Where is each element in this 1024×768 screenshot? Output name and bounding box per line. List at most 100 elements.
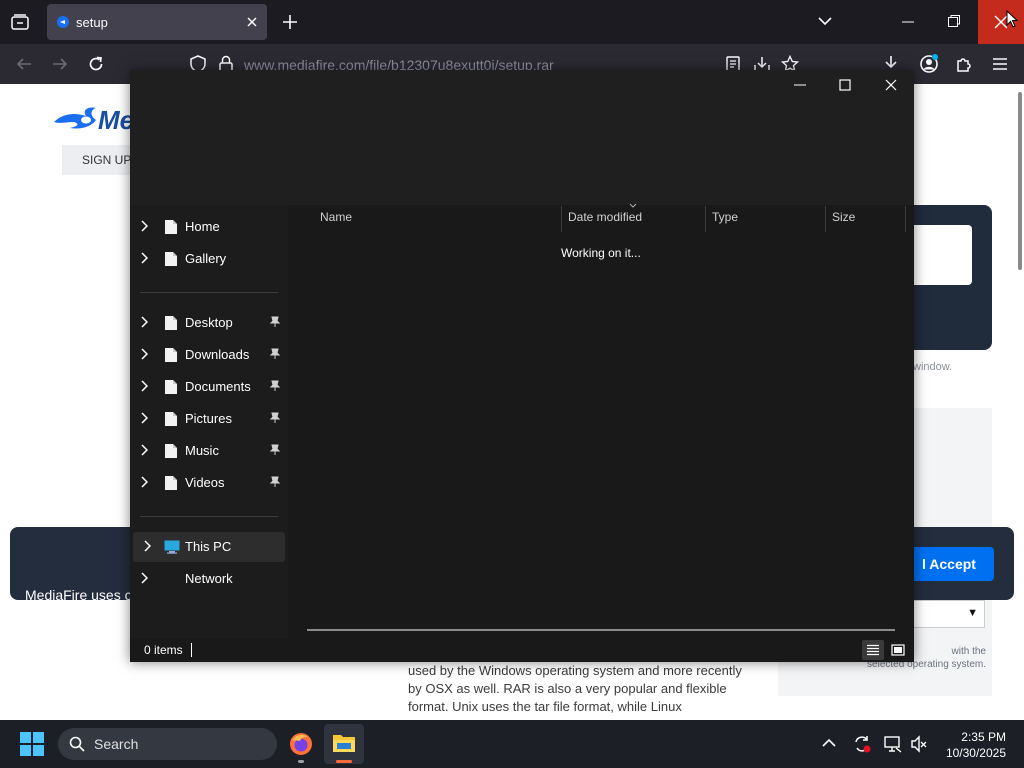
- dropdown-arrow-icon: ▼: [967, 607, 978, 619]
- search-icon: [69, 736, 85, 752]
- nav-item-label: Pictures: [185, 411, 232, 426]
- details-view-icon: [867, 644, 879, 656]
- windows-start-icon[interactable]: [20, 732, 44, 756]
- nav-divider: [140, 292, 278, 293]
- minimize-icon[interactable]: [902, 21, 914, 23]
- firefox-taskbar-icon[interactable]: [289, 732, 313, 756]
- pin-icon[interactable]: [270, 380, 280, 392]
- new-tab-icon[interactable]: [282, 14, 298, 30]
- folder-icon: [333, 735, 355, 752]
- list-all-tabs-chevron-icon[interactable]: [818, 16, 832, 26]
- chevron-right-icon[interactable]: [140, 380, 148, 392]
- file-icon: [164, 475, 178, 491]
- items-count: 0 items: [144, 643, 183, 657]
- column-header-date-modified[interactable]: Date modified: [568, 210, 642, 224]
- column-header-name[interactable]: Name: [320, 210, 352, 224]
- file-icon: [164, 379, 178, 395]
- pin-icon[interactable]: [270, 476, 280, 488]
- nav-item-label: Gallery: [185, 251, 227, 266]
- extensions-icon[interactable]: [955, 55, 973, 73]
- browser-close-button[interactable]: [978, 0, 1024, 44]
- pin-icon[interactable]: [270, 444, 280, 456]
- chevron-right-icon[interactable]: [140, 412, 148, 424]
- file-icon: [164, 251, 178, 267]
- tab-list-icon[interactable]: [11, 14, 29, 30]
- chevron-right-icon[interactable]: [140, 444, 148, 456]
- nav-item-network[interactable]: Network: [130, 564, 288, 594]
- nav-item-home[interactable]: Home: [130, 212, 288, 242]
- file-explorer-taskbar-button[interactable]: [324, 724, 364, 764]
- taskbar-search-box[interactable]: Search: [58, 728, 277, 760]
- accept-label: l Accept: [922, 556, 976, 572]
- status-bar: [130, 639, 914, 662]
- file-icon: [164, 411, 178, 427]
- active-app-indicator: [336, 760, 352, 763]
- pin-icon[interactable]: [270, 412, 280, 424]
- status-divider: [191, 643, 192, 657]
- pin-icon[interactable]: [270, 316, 280, 328]
- horizontal-scrollbar[interactable]: [307, 629, 895, 631]
- download-button[interactable]: [912, 225, 972, 285]
- reload-icon[interactable]: [88, 56, 104, 72]
- file-icon: [164, 347, 178, 363]
- article-text: used by the Windows operating system and…: [408, 663, 742, 714]
- nav-item-videos[interactable]: Videos: [130, 468, 288, 498]
- chevron-right-icon[interactable]: [140, 572, 148, 584]
- page-scrollbar[interactable]: [1018, 92, 1022, 270]
- nav-item-documents[interactable]: Documents: [130, 372, 288, 402]
- column-header-size[interactable]: Size: [832, 210, 855, 224]
- tab-close-icon[interactable]: [246, 16, 258, 28]
- file-icon: [164, 315, 178, 331]
- file-explorer-window: Home Gallery Desktop Downloads Documents: [130, 70, 914, 662]
- chevron-right-icon[interactable]: [143, 540, 151, 552]
- details-view-button[interactable]: [862, 640, 884, 660]
- system-clock[interactable]: 2:35 PM 10/30/2025: [930, 729, 1006, 761]
- volume-muted-icon[interactable]: [910, 735, 928, 753]
- cookie-text-line2[interactable]: our Privacy Policy.: [25, 648, 139, 669]
- column-divider[interactable]: [561, 206, 562, 232]
- file-list-pane: [288, 205, 914, 639]
- loading-status: Working on it...: [561, 246, 641, 260]
- browser-tab-setup[interactable]: setup: [47, 4, 267, 40]
- nav-item-this-pc[interactable]: This PC: [133, 532, 285, 562]
- computer-icon: [164, 540, 180, 554]
- forward-arrow-icon[interactable]: [52, 56, 68, 72]
- nav-item-label: Documents: [185, 379, 251, 394]
- chevron-right-icon[interactable]: [140, 220, 148, 232]
- chevron-right-icon[interactable]: [140, 252, 148, 264]
- chevron-right-icon[interactable]: [140, 348, 148, 360]
- nav-item-pictures[interactable]: Pictures: [130, 404, 288, 434]
- tiles-view-button[interactable]: [887, 640, 909, 660]
- nav-divider: [140, 516, 278, 517]
- chevron-right-icon[interactable]: [140, 476, 148, 488]
- column-divider[interactable]: [905, 206, 906, 232]
- explorer-close-icon[interactable]: [885, 79, 897, 91]
- hamburger-menu-icon[interactable]: [992, 57, 1008, 71]
- sync-update-icon[interactable]: [852, 734, 872, 754]
- network-display-icon[interactable]: [884, 735, 902, 753]
- nav-item-label: Network: [185, 571, 233, 586]
- explorer-minimize-icon[interactable]: [794, 84, 806, 86]
- pin-icon[interactable]: [270, 348, 280, 360]
- explorer-maximize-icon[interactable]: [839, 79, 851, 91]
- clock-date: 10/30/2025: [945, 746, 1006, 760]
- cookie-text: MediaFire uses co our Privacy Policy.: [25, 543, 139, 690]
- nav-item-label: Desktop: [185, 315, 233, 330]
- nav-item-music[interactable]: Music: [130, 436, 288, 466]
- column-header-type[interactable]: Type: [712, 210, 738, 224]
- signup-label: SIGN UP: [82, 153, 132, 167]
- account-icon[interactable]: [919, 54, 939, 74]
- back-arrow-icon[interactable]: [16, 56, 32, 72]
- mediafire-logo[interactable]: Me: [52, 100, 132, 140]
- restore-icon[interactable]: [948, 15, 960, 27]
- chevron-right-icon[interactable]: [140, 316, 148, 328]
- nav-item-downloads[interactable]: Downloads: [130, 340, 288, 370]
- show-hidden-icons-chevron-icon[interactable]: [822, 738, 836, 748]
- sort-chevron-icon: [629, 203, 637, 208]
- nav-item-desktop[interactable]: Desktop: [130, 308, 288, 338]
- signup-button[interactable]: SIGN UP: [62, 145, 138, 175]
- column-divider[interactable]: [705, 206, 706, 232]
- column-divider[interactable]: [825, 206, 826, 232]
- nav-item-gallery[interactable]: Gallery: [130, 244, 288, 274]
- search-label: Search: [94, 736, 139, 752]
